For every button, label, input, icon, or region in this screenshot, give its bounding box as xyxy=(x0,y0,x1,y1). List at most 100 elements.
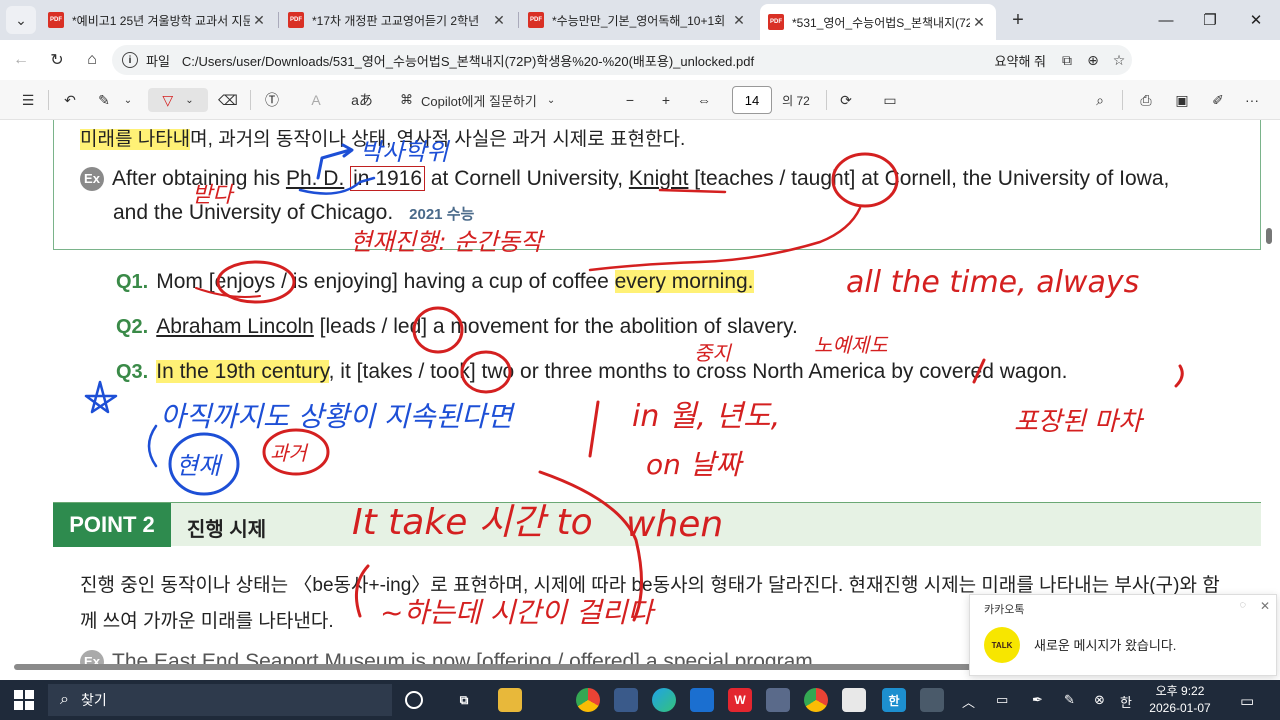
show-hidden-icons[interactable]: ︿ xyxy=(962,692,975,711)
capture-app-icon[interactable] xyxy=(920,688,944,712)
system-clock[interactable]: 오후 9:22 2026-01-07 xyxy=(1146,683,1214,717)
zoom-icon[interactable]: ⊕ xyxy=(1080,52,1106,69)
ex-in-1916: in 1916 xyxy=(350,166,426,191)
ink-stroke xyxy=(588,400,600,458)
scrollbar-thumb[interactable] xyxy=(14,664,974,670)
ime-indicator[interactable]: 한 xyxy=(1120,692,1132,711)
search-icon: ⌕ xyxy=(60,691,69,708)
question-3: Q3. In the 19th century, it [takes / took… xyxy=(116,360,1067,384)
copilot-ask-button[interactable]: ⌘ Copilot에게 질문하기 ⌄ xyxy=(400,88,555,112)
draw-pen-button[interactable]: ▽ ⌄ xyxy=(148,88,208,112)
home-button[interactable]: ⌂ xyxy=(79,48,105,72)
fit-page-icon[interactable]: ⇔ xyxy=(692,88,716,112)
q1-highlight: every morning. xyxy=(614,270,754,293)
tab-1[interactable]: PDF *예비고1 25년 겨울방학 교과서 지문 ✕ xyxy=(40,4,276,36)
point-title: 진행 시제 xyxy=(187,519,267,541)
close-window-button[interactable]: ✕ xyxy=(1236,8,1276,32)
translate-icon[interactable]: aあ xyxy=(350,88,374,112)
clock-date: 2026-01-07 xyxy=(1149,701,1211,715)
hangul-app-icon[interactable]: 한 xyxy=(882,688,906,712)
undo-icon[interactable]: ↶ xyxy=(58,88,82,112)
task-view-icon[interactable]: ⧉ xyxy=(452,688,476,712)
save-as-icon[interactable]: ✐ xyxy=(1206,88,1230,112)
print-icon[interactable]: ⎙ xyxy=(1134,88,1158,112)
pen-settings-icon[interactable]: ✎ xyxy=(1064,692,1075,708)
contents-list-icon[interactable]: ☰ xyxy=(16,88,40,112)
q3-text: , it [takes / took] two or three months … xyxy=(328,360,1068,383)
info-icon[interactable]: i xyxy=(122,52,138,68)
refresh-button[interactable]: ↻ xyxy=(44,48,70,72)
close-icon[interactable]: ✕ xyxy=(1260,599,1270,613)
q2-label: Q2. xyxy=(116,316,149,338)
search-icon[interactable]: ⌕ xyxy=(1088,88,1112,112)
pdf-icon: PDF xyxy=(528,12,544,28)
question-1: Q1. Mom [enjoys / is enjoying] having a c… xyxy=(116,270,754,294)
address-url[interactable]: C:/Users/user/Downloads/531_영어_수능어법S_본책내… xyxy=(182,51,995,70)
page-total: 의 72 xyxy=(782,93,810,108)
tab-3[interactable]: PDF *수능만만_기본_영어독해_10+1회 ✕ xyxy=(520,4,756,36)
rotate-icon[interactable]: ⟳ xyxy=(834,88,858,112)
favorite-star-icon[interactable]: ☆ xyxy=(1106,52,1132,69)
pdf-toolbar: ☰ ↶ ✎ ⌄ ▽ ⌄ ⌫ Ⓣ A aあ ⌘ Copilot에게 질문하기 ⌄ −… xyxy=(0,80,1280,120)
summarize-button[interactable]: 요약해 줘 xyxy=(995,51,1046,70)
home-icon: ⌂ xyxy=(87,51,97,68)
page-view-icon[interactable]: ▭ xyxy=(878,88,902,112)
close-icon[interactable]: ✕ xyxy=(250,12,268,29)
pen-icon: ▽ xyxy=(162,91,174,108)
address-bar-row: ← ↻ ⌂ i 파일 C:/Users/user/Downloads/531_영… xyxy=(0,40,1280,114)
wps-office-icon[interactable]: W xyxy=(728,688,752,712)
document-app-icon[interactable] xyxy=(842,688,866,712)
vertical-scrollbar[interactable] xyxy=(1266,228,1272,244)
eraser-icon[interactable]: ⌫ xyxy=(216,88,240,112)
zoom-in-icon[interactable]: + xyxy=(654,88,678,112)
close-icon[interactable]: ✕ xyxy=(490,12,508,29)
tab-separator xyxy=(278,12,279,28)
kakaotalk-notification[interactable]: 카카오톡 ◌ ✕ TALK 새로운 메시지가 왔습니다. xyxy=(969,594,1277,676)
page-number-input[interactable]: 14 xyxy=(732,86,772,114)
body-line-1: 진행 중인 동작이나 상태는 〈be동사+-ing〉로 표현하며, 시제에 따라… xyxy=(80,575,1220,596)
zoom-out-icon[interactable]: − xyxy=(618,88,642,112)
tab-4-active[interactable]: PDF *531_영어_수능어법S_본책내지(72P) ✕ xyxy=(760,4,996,40)
close-icon[interactable]: ✕ xyxy=(730,12,748,29)
windows-start-icon[interactable] xyxy=(14,690,34,710)
taskbar-search[interactable]: ⌕ 찾기 xyxy=(48,684,392,716)
tab-actions-button[interactable]: ⌄ xyxy=(6,6,36,34)
back-button[interactable]: ← xyxy=(8,48,34,72)
plus-icon: + xyxy=(1012,8,1024,31)
read-aloud-icon[interactable]: A xyxy=(304,88,328,112)
chevron-down-icon[interactable]: ⌄ xyxy=(120,88,136,112)
store-icon[interactable] xyxy=(766,688,790,712)
volume-mute-icon[interactable]: ⊗ xyxy=(1094,692,1105,708)
address-field[interactable]: i 파일 C:/Users/user/Downloads/531_영어_수능어법… xyxy=(112,45,1132,75)
q3-highlight: In the 19th century xyxy=(156,360,329,383)
more-options-icon[interactable]: ··· xyxy=(1240,88,1264,112)
notification-settings-icon[interactable]: ◌ xyxy=(1239,599,1246,611)
close-icon[interactable]: ✕ xyxy=(970,14,988,31)
cortana-icon[interactable] xyxy=(405,691,423,709)
ink-text-past: 과거 xyxy=(270,441,308,465)
refresh-icon: ↻ xyxy=(50,52,64,69)
address-scheme-label: 파일 xyxy=(146,53,170,69)
pen-tray-icon[interactable]: ✒ xyxy=(1032,692,1043,708)
save-icon[interactable]: ▣ xyxy=(1170,88,1194,112)
network-icon[interactable]: ▭ xyxy=(996,692,1008,708)
pdf-page: 미래를 나타내며, 과거의 동작이나 상태, 역사적 사실은 과거 시제로 표현… xyxy=(0,120,1280,668)
text-box-icon[interactable]: Ⓣ xyxy=(260,88,284,112)
restore-button[interactable]: ❐ xyxy=(1190,8,1230,32)
tab-2[interactable]: PDF *17차 개정판 고교영어듣기 2학년 ✕ xyxy=(280,4,516,36)
ex-text: at Cornell University, xyxy=(425,167,629,190)
file-explorer-icon[interactable] xyxy=(498,688,522,712)
q1-text: Mom [enjoys / is enjoying] having a cup … xyxy=(156,270,615,293)
chrome-icon[interactable] xyxy=(804,688,828,712)
minimize-button[interactable]: — xyxy=(1146,8,1186,32)
ink-text-takes-time: ~하는데 시간이 걸리다 xyxy=(380,596,656,629)
people-app-icon[interactable] xyxy=(614,688,638,712)
highlighter-icon[interactable]: ✎ xyxy=(92,88,116,112)
outlook-icon[interactable] xyxy=(690,688,714,712)
edge-icon[interactable] xyxy=(652,688,676,712)
copilot-summary-icon[interactable]: ⧉ xyxy=(1054,52,1080,69)
notification-center-icon[interactable]: ▭ xyxy=(1240,692,1254,710)
point-2-header: POINT 2 진행 시제 xyxy=(53,502,1261,547)
chrome-icon[interactable] xyxy=(576,688,600,712)
new-tab-button[interactable]: + xyxy=(1006,8,1030,32)
